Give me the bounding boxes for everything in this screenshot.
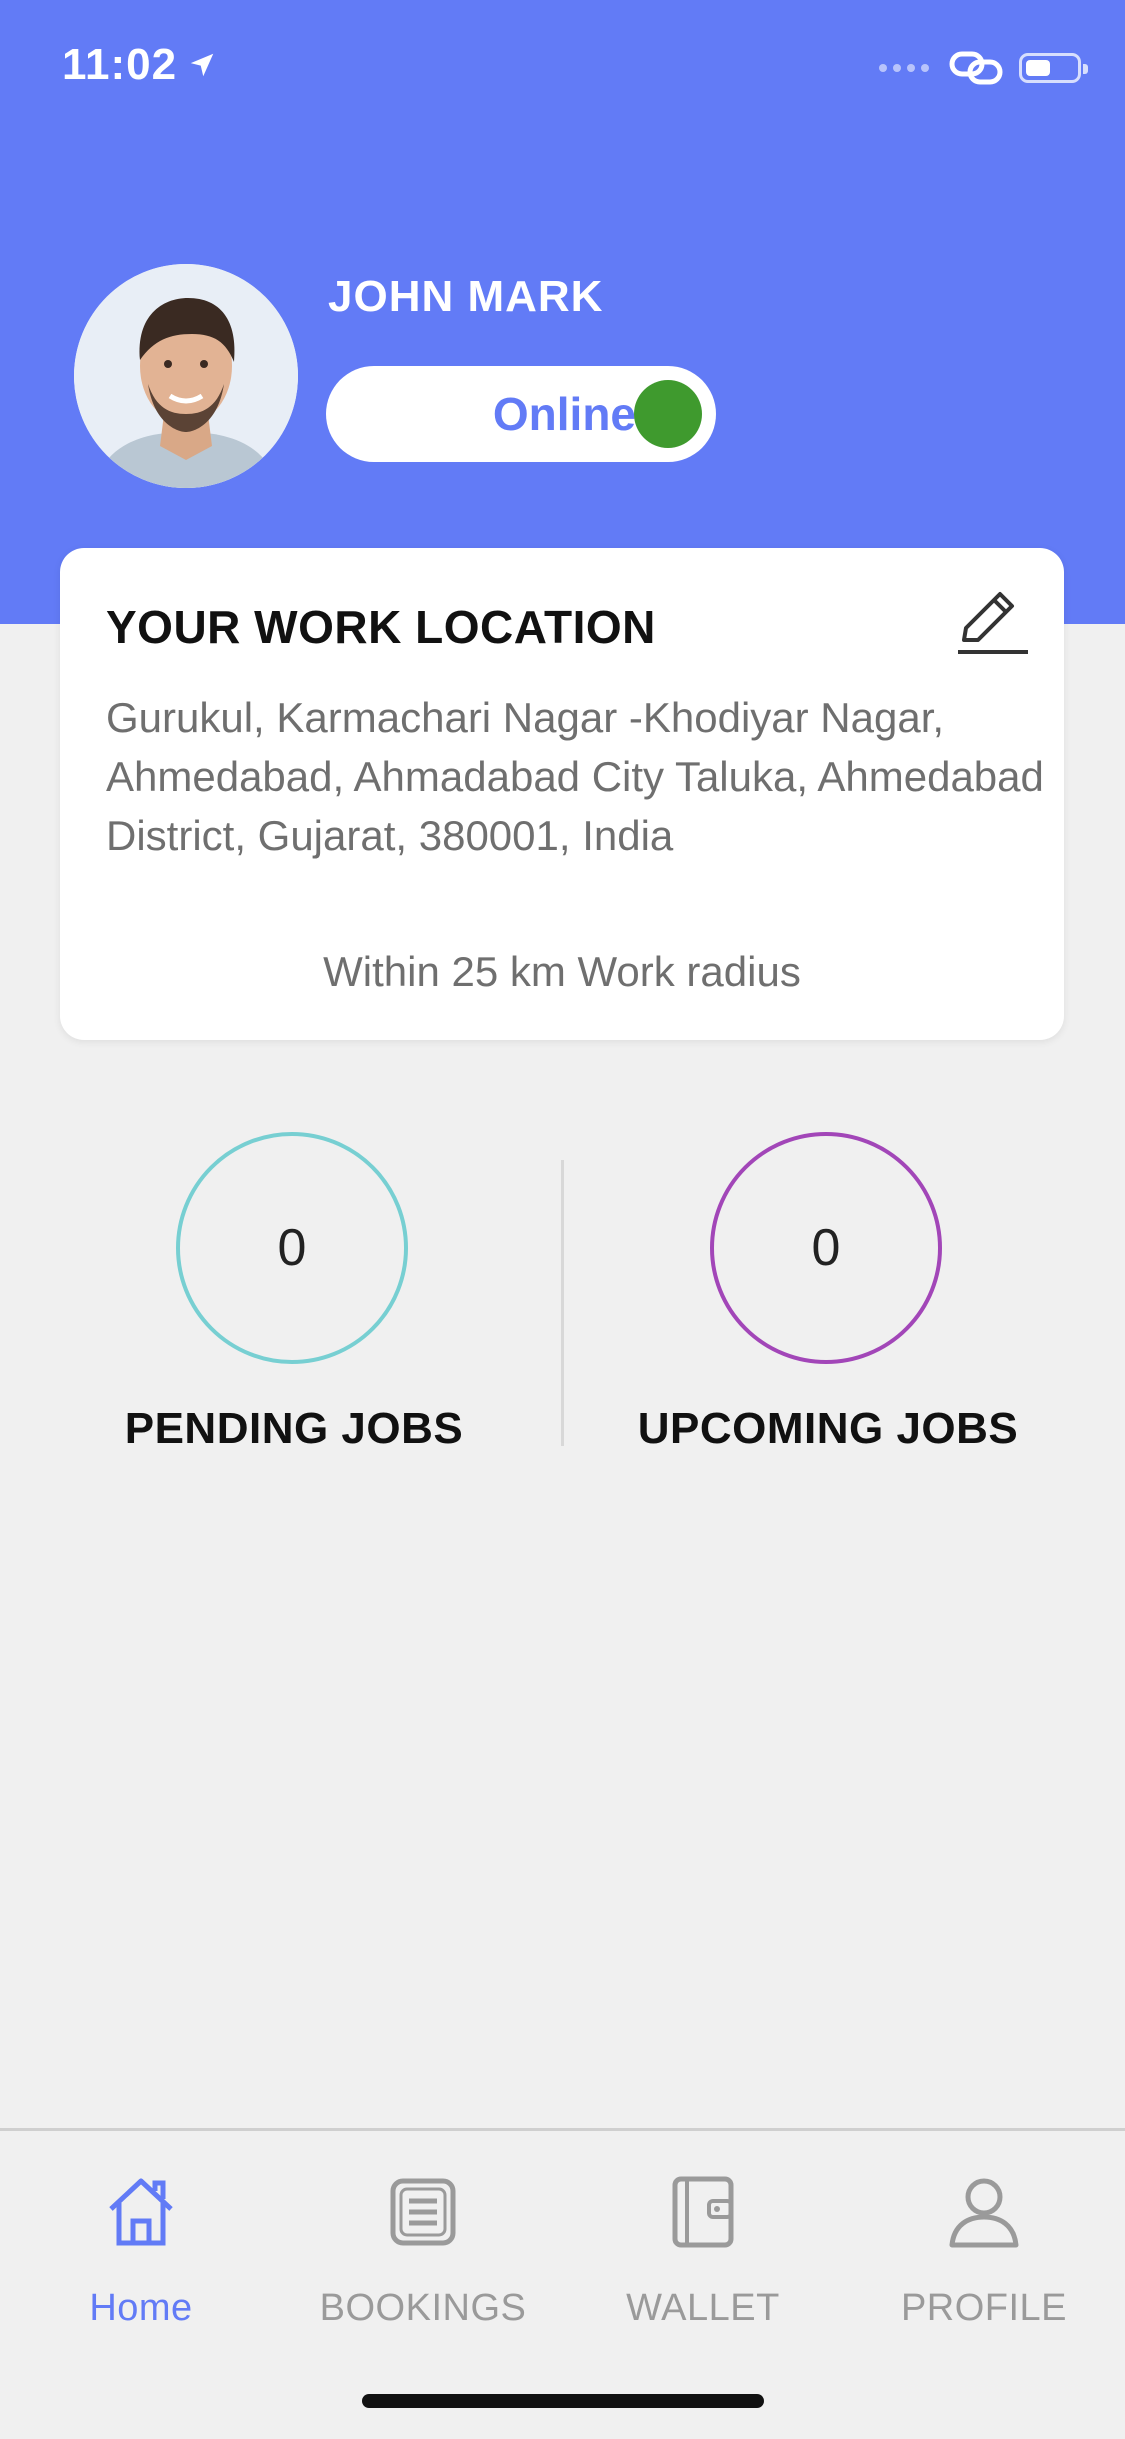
pencil-icon	[958, 592, 1028, 654]
user-name: JOHN MARK	[328, 272, 604, 321]
online-status-toggle[interactable]: Online	[326, 366, 716, 462]
location-arrow-icon	[190, 53, 214, 77]
online-status-dot	[634, 380, 702, 448]
status-bar-time: 11:02	[62, 40, 217, 90]
tab-home-label: Home	[89, 2287, 193, 2329]
profile-icon	[949, 2178, 1019, 2248]
work-location-card: YOUR WORK LOCATION Gurukul, Karmachari N…	[60, 548, 1064, 1040]
battery-icon	[1019, 53, 1088, 83]
work-location-title: YOUR WORK LOCATION	[106, 601, 656, 653]
jobs-divider	[561, 1160, 564, 1446]
tab-bookings[interactable]: BOOKINGS	[282, 2131, 564, 2391]
tab-profile-label: PROFILE	[900, 2287, 1068, 2329]
home-icon	[109, 2178, 173, 2246]
home-indicator	[362, 2394, 764, 2408]
bottom-tab-bar: Home BOOKINGS WALLET PROFILE	[0, 2128, 1125, 2439]
avatar[interactable]	[74, 264, 298, 488]
tab-wallet[interactable]: WALLET	[562, 2131, 844, 2391]
avatar-image	[74, 264, 298, 488]
work-radius-text: Within 25 km Work radius	[323, 948, 801, 995]
work-location-address: Gurukul, Karmachari Nagar -Khodiyar Naga…	[106, 694, 1044, 859]
status-time-text: 11:02	[62, 40, 178, 89]
wallet-icon	[672, 2176, 734, 2248]
tab-wallet-label: WALLET	[626, 2287, 780, 2329]
upcoming-jobs-label: UPCOMING JOBS	[637, 1404, 1019, 1453]
bookings-icon	[390, 2178, 456, 2246]
online-status-label: Online	[492, 388, 636, 440]
signal-icon	[879, 64, 929, 72]
upcoming-jobs-count[interactable]: 0	[710, 1132, 942, 1364]
pending-jobs-label: PENDING JOBS	[124, 1404, 464, 1453]
tab-bookings-label: BOOKINGS	[319, 2287, 527, 2329]
pending-jobs-count[interactable]: 0	[176, 1132, 408, 1364]
link-icon	[949, 51, 1003, 85]
tab-home[interactable]: Home	[0, 2131, 282, 2391]
status-bar-indicators	[879, 46, 1088, 90]
edit-location-button[interactable]	[950, 578, 1034, 662]
tab-profile[interactable]: PROFILE	[843, 2131, 1125, 2391]
